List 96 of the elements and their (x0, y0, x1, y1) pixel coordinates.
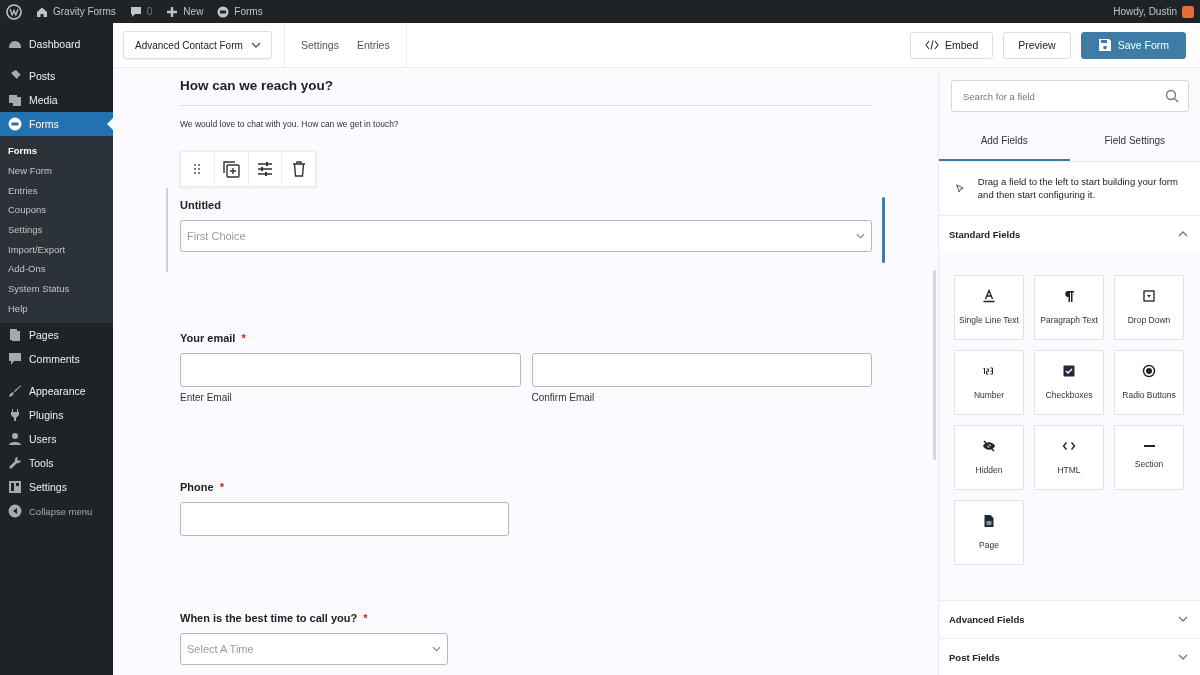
form-description: We would love to chat with you. How can we get in touch? (180, 119, 400, 129)
sidebar-item[interactable]: Appearance (0, 379, 113, 404)
field-type-button[interactable]: Drop Down (1114, 274, 1184, 340)
field-label: Your email * (180, 332, 247, 344)
search-icon (1165, 89, 1179, 103)
input-field[interactable] (180, 502, 509, 536)
speech-bubble-icon (129, 5, 142, 18)
code-icon (925, 40, 939, 50)
form-title: How can we reach you? (180, 78, 872, 106)
sidebar-item[interactable]: Posts (0, 64, 113, 88)
sidebar-item[interactable]: Settings (0, 475, 113, 500)
submenu-item[interactable]: New Form (0, 160, 113, 181)
input-field[interactable] (180, 353, 521, 387)
admin-bar-link[interactable]: Forms (217, 5, 263, 18)
submenu-item[interactable]: Import/Export (0, 239, 113, 260)
sidebar-item[interactable]: Media (0, 88, 113, 112)
submenu-item[interactable]: System Status (0, 278, 113, 299)
dash-icon (1143, 445, 1155, 448)
field-sublabel: Confirm Email (531, 392, 596, 403)
brush-icon (8, 384, 22, 399)
forms-logo-icon (217, 5, 230, 18)
house-icon (36, 5, 48, 18)
chevron-up-icon (1178, 231, 1188, 238)
forms-icon (8, 117, 22, 131)
field-label: When is the best time to call you? * (180, 612, 369, 624)
selection-bar (882, 197, 885, 263)
field-type-button[interactable]: Paragraph Text (1034, 274, 1104, 340)
chevron-down-icon (432, 646, 441, 652)
toolbar-link[interactable]: Settings (301, 39, 339, 51)
radio-icon (1142, 364, 1156, 379)
submenu-item[interactable]: Entries (0, 180, 113, 201)
input-field[interactable] (531, 353, 872, 387)
checkbox-icon (1062, 364, 1076, 379)
field-type-button[interactable]: Checkboxes (1034, 349, 1104, 415)
sidebar-item[interactable]: Comments (0, 347, 113, 372)
section-header[interactable]: Advanced Fields (939, 600, 1200, 638)
pilcrow-icon (1062, 289, 1076, 304)
user-icon (8, 432, 22, 447)
sidebar-item[interactable]: Plugins (0, 403, 113, 428)
toolbar-link[interactable]: Entries (356, 39, 390, 51)
field-label: Phone * (180, 481, 225, 493)
sidebar-item[interactable]: Forms (0, 112, 113, 136)
section-header[interactable]: Post Fields (939, 638, 1200, 675)
document-icon (982, 514, 996, 529)
chevron-down-icon (1178, 654, 1188, 661)
form-select[interactable]: Advanced Contact Form (123, 31, 272, 59)
page-icon (8, 328, 22, 343)
media-icon (8, 93, 22, 107)
collapse-icon (8, 504, 22, 519)
field-type-button[interactable]: Page (954, 499, 1024, 565)
letter-a-icon (982, 289, 996, 304)
admin-bar-link[interactable]: New (166, 5, 204, 18)
field-type-button[interactable]: Radio Buttons (1114, 349, 1184, 415)
wordpress-logo-icon[interactable] (6, 3, 22, 20)
chevron-down-icon (1178, 616, 1188, 623)
sidebar-item[interactable]: Dashboard (0, 32, 113, 56)
wrench-icon (8, 456, 22, 471)
panel-tab[interactable]: Field Settings (1069, 124, 1200, 161)
chevron-down-icon (251, 42, 261, 48)
admin-bar-link[interactable]: 0 (129, 5, 153, 18)
sidebar-item[interactable]: Pages (0, 323, 113, 348)
field-type-button[interactable]: Hidden (954, 424, 1024, 490)
field-type-button[interactable]: Number (954, 349, 1024, 415)
search-field[interactable]: Search for a field (951, 80, 1189, 112)
hint-text: Drag a field to the left to start building your form and then start configuring it. (977, 175, 1179, 202)
chevron-down-icon (856, 233, 865, 239)
field-type-button[interactable]: HTML (1034, 424, 1104, 490)
submenu-item[interactable]: Help (0, 298, 113, 319)
submenu-item[interactable]: Forms (0, 141, 113, 161)
eye-slash-icon (982, 439, 996, 454)
field-label: Untitled (180, 199, 222, 211)
field-sublabel: Enter Email (180, 392, 233, 403)
plug-icon (8, 408, 22, 423)
form-field[interactable]: When is the best time to call you? * Select A Time (180, 612, 872, 671)
sidebar-item[interactable]: Collapse menu (0, 499, 113, 524)
comment-icon (8, 352, 22, 367)
submenu-item[interactable]: Coupons (0, 200, 113, 220)
form-field[interactable]: Phone * (180, 481, 872, 542)
sidebar-item[interactable]: Tools (0, 451, 113, 476)
plus-icon (166, 5, 179, 18)
field-type-button[interactable]: Section (1114, 424, 1184, 490)
form-field[interactable]: Your email * Enter Email Confirm Email (180, 332, 872, 409)
avatar-icon (1182, 5, 1194, 18)
submenu-item[interactable]: Settings (0, 219, 113, 240)
preview-button[interactable]: Preview (1003, 31, 1071, 59)
section-header[interactable]: Standard Fields (939, 215, 1200, 253)
save-button[interactable]: Save Form (1080, 31, 1186, 59)
pointer-icon (956, 181, 964, 195)
field-type-button[interactable]: Single Line Text (954, 274, 1024, 340)
submenu-item[interactable]: Add-Ons (0, 259, 113, 279)
settings-icon (8, 480, 22, 495)
account-menu[interactable]: Howdy, Dustin (1113, 5, 1194, 18)
sidebar-item[interactable]: Users (0, 427, 113, 452)
dropdown-icon (1142, 289, 1156, 304)
embed-button[interactable]: Embed (910, 31, 994, 59)
admin-bar-link[interactable]: Gravity Forms (36, 5, 116, 18)
